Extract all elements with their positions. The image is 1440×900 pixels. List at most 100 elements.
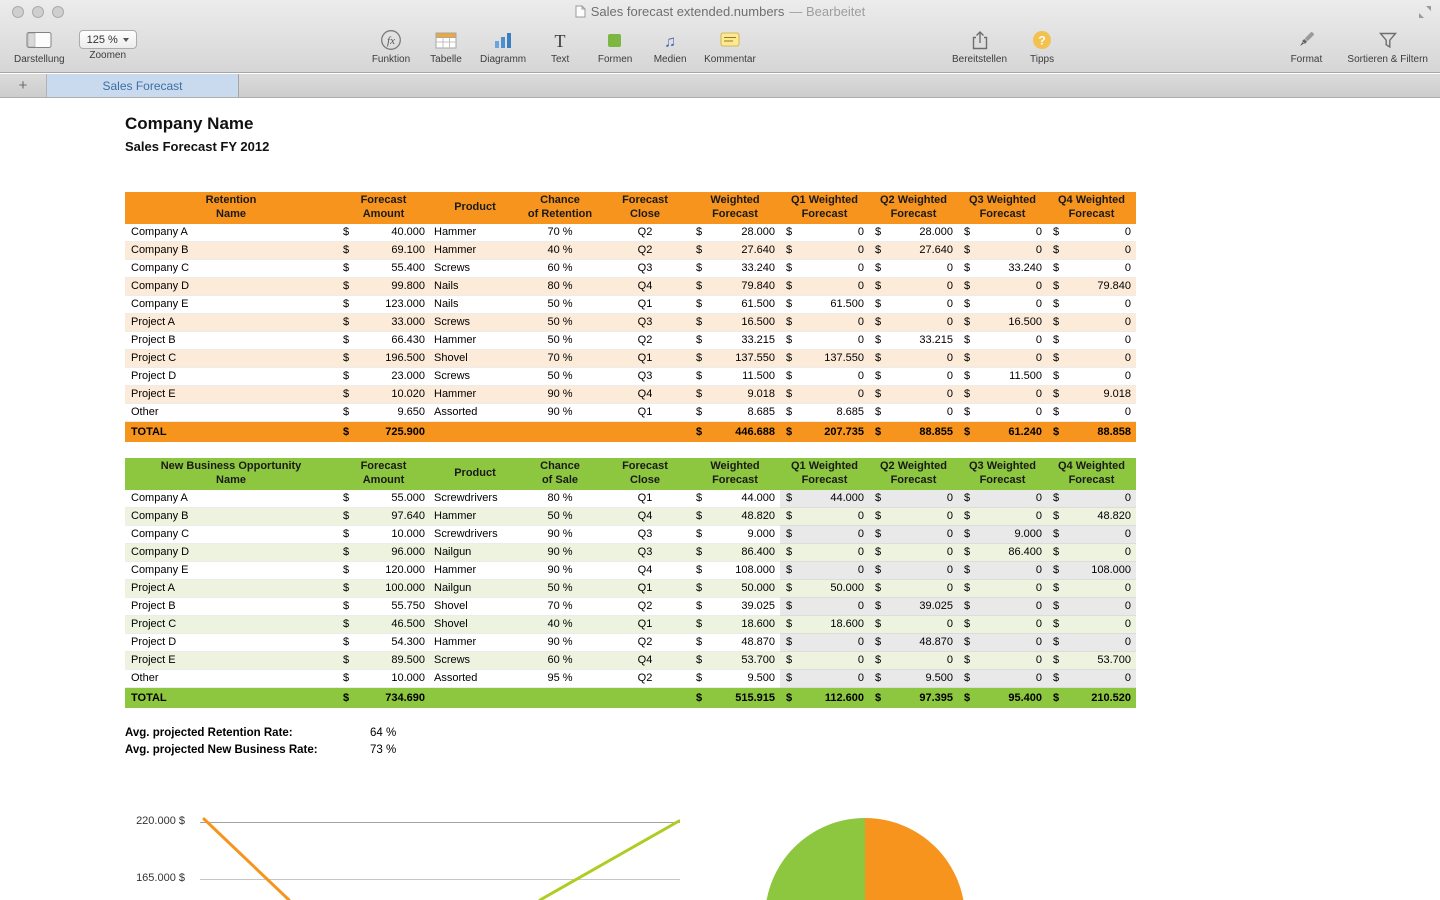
- cell-q3[interactable]: $0: [958, 652, 1047, 670]
- total-name[interactable]: TOTAL: [125, 688, 337, 709]
- cell-amount[interactable]: $97.640: [337, 508, 430, 526]
- cell-weighted[interactable]: $16.500: [690, 314, 780, 332]
- cell-amount[interactable]: $46.500: [337, 616, 430, 634]
- cell-product[interactable]: Shovel: [430, 598, 520, 616]
- total-q3[interactable]: $95.400: [958, 688, 1047, 709]
- cell-amount[interactable]: $120.000: [337, 562, 430, 580]
- total-q2[interactable]: $88.855: [869, 422, 958, 443]
- cell-q3[interactable]: $0: [958, 580, 1047, 598]
- cell-chance[interactable]: 70 %: [520, 350, 600, 368]
- cell-name[interactable]: Project C: [125, 616, 337, 634]
- cell-close[interactable]: Q2: [600, 242, 690, 260]
- cell-close[interactable]: Q3: [600, 526, 690, 544]
- cell-chance[interactable]: 60 %: [520, 260, 600, 278]
- column-header[interactable]: Q3 Weighted Forecast: [958, 192, 1047, 224]
- cell-amount[interactable]: $40.000: [337, 224, 430, 242]
- cell-product[interactable]: Hammer: [430, 224, 520, 242]
- cell-q2[interactable]: $0: [869, 544, 958, 562]
- cell-q4[interactable]: $0: [1047, 350, 1136, 368]
- cell-name[interactable]: Project D: [125, 368, 337, 386]
- cell-q1[interactable]: $50.000: [780, 580, 869, 598]
- cell-q2[interactable]: $9.500: [869, 670, 958, 688]
- cell-amount[interactable]: $10.000: [337, 670, 430, 688]
- cell-chance[interactable]: 40 %: [520, 242, 600, 260]
- cell-q4[interactable]: $0: [1047, 526, 1136, 544]
- cell-q3[interactable]: $0: [958, 562, 1047, 580]
- cell-q1[interactable]: $18.600: [780, 616, 869, 634]
- cell-weighted[interactable]: $11.500: [690, 368, 780, 386]
- cell-amount[interactable]: $9.650: [337, 404, 430, 422]
- cell-q2[interactable]: $0: [869, 368, 958, 386]
- cell-q4[interactable]: $0: [1047, 404, 1136, 422]
- cell-weighted[interactable]: $18.600: [690, 616, 780, 634]
- column-header[interactable]: Q3 Weighted Forecast: [958, 458, 1047, 490]
- cell-name[interactable]: Project A: [125, 314, 337, 332]
- stat-value[interactable]: 73 %: [370, 744, 396, 756]
- cell-name[interactable]: Project B: [125, 332, 337, 350]
- cell-name[interactable]: Company E: [125, 562, 337, 580]
- cell-weighted[interactable]: $137.550: [690, 350, 780, 368]
- cell-q1[interactable]: $0: [780, 598, 869, 616]
- cell-amount[interactable]: $10.020: [337, 386, 430, 404]
- cell-q1[interactable]: $0: [780, 242, 869, 260]
- cell-close[interactable]: Q2: [600, 634, 690, 652]
- cell-q4[interactable]: $108.000: [1047, 562, 1136, 580]
- column-header[interactable]: Chance of Retention: [520, 192, 600, 224]
- total-q4[interactable]: $88.858: [1047, 422, 1136, 443]
- cell-product[interactable]: Nails: [430, 296, 520, 314]
- cell-q4[interactable]: $0: [1047, 490, 1136, 508]
- total-close[interactable]: [600, 688, 690, 709]
- cell-amount[interactable]: $66.430: [337, 332, 430, 350]
- cell-chance[interactable]: 50 %: [520, 332, 600, 350]
- table-button[interactable]: Tabelle: [425, 27, 467, 65]
- cell-q4[interactable]: $0: [1047, 314, 1136, 332]
- cell-close[interactable]: Q4: [600, 562, 690, 580]
- cell-q4[interactable]: $9.018: [1047, 386, 1136, 404]
- text-button[interactable]: T Text: [539, 27, 581, 65]
- cell-q1[interactable]: $0: [780, 526, 869, 544]
- column-header[interactable]: New Business Opportunity Name: [125, 458, 337, 490]
- total-product[interactable]: [430, 422, 520, 443]
- cell-q3[interactable]: $16.500: [958, 314, 1047, 332]
- cell-q1[interactable]: $0: [780, 634, 869, 652]
- cell-q1[interactable]: $0: [780, 368, 869, 386]
- cell-name[interactable]: Project A: [125, 580, 337, 598]
- total-chance[interactable]: [520, 422, 600, 443]
- cell-q4[interactable]: $0: [1047, 224, 1136, 242]
- cell-q3[interactable]: $0: [958, 670, 1047, 688]
- cell-q4[interactable]: $53.700: [1047, 652, 1136, 670]
- total-close[interactable]: [600, 422, 690, 443]
- cell-name[interactable]: Project E: [125, 652, 337, 670]
- column-header[interactable]: Forecast Close: [600, 192, 690, 224]
- cell-weighted[interactable]: $28.000: [690, 224, 780, 242]
- cell-q2[interactable]: $0: [869, 652, 958, 670]
- cell-name[interactable]: Company B: [125, 242, 337, 260]
- cell-product[interactable]: Nails: [430, 278, 520, 296]
- cell-amount[interactable]: $69.100: [337, 242, 430, 260]
- column-header[interactable]: Q4 Weighted Forecast: [1047, 458, 1136, 490]
- cell-close[interactable]: Q1: [600, 296, 690, 314]
- cell-q3[interactable]: $0: [958, 386, 1047, 404]
- cell-weighted[interactable]: $8.685: [690, 404, 780, 422]
- cell-q1[interactable]: $137.550: [780, 350, 869, 368]
- cell-q3[interactable]: $0: [958, 616, 1047, 634]
- cell-weighted[interactable]: $9.000: [690, 526, 780, 544]
- cell-product[interactable]: Screws: [430, 368, 520, 386]
- cell-q1[interactable]: $0: [780, 278, 869, 296]
- cell-q3[interactable]: $0: [958, 598, 1047, 616]
- total-weighted[interactable]: $446.688: [690, 422, 780, 443]
- cell-name[interactable]: Company D: [125, 544, 337, 562]
- cell-q2[interactable]: $0: [869, 580, 958, 598]
- cell-name[interactable]: Company A: [125, 224, 337, 242]
- cell-q1[interactable]: $0: [780, 652, 869, 670]
- total-q1[interactable]: $207.735: [780, 422, 869, 443]
- cell-chance[interactable]: 50 %: [520, 368, 600, 386]
- column-header[interactable]: Weighted Forecast: [690, 458, 780, 490]
- sort-filter-button[interactable]: Sortieren & Filtern: [1347, 27, 1428, 65]
- cell-q4[interactable]: $0: [1047, 580, 1136, 598]
- cell-chance[interactable]: 80 %: [520, 278, 600, 296]
- comment-button[interactable]: Kommentar: [704, 27, 756, 65]
- total-q3[interactable]: $61.240: [958, 422, 1047, 443]
- cell-name[interactable]: Project D: [125, 634, 337, 652]
- cell-q2[interactable]: $0: [869, 490, 958, 508]
